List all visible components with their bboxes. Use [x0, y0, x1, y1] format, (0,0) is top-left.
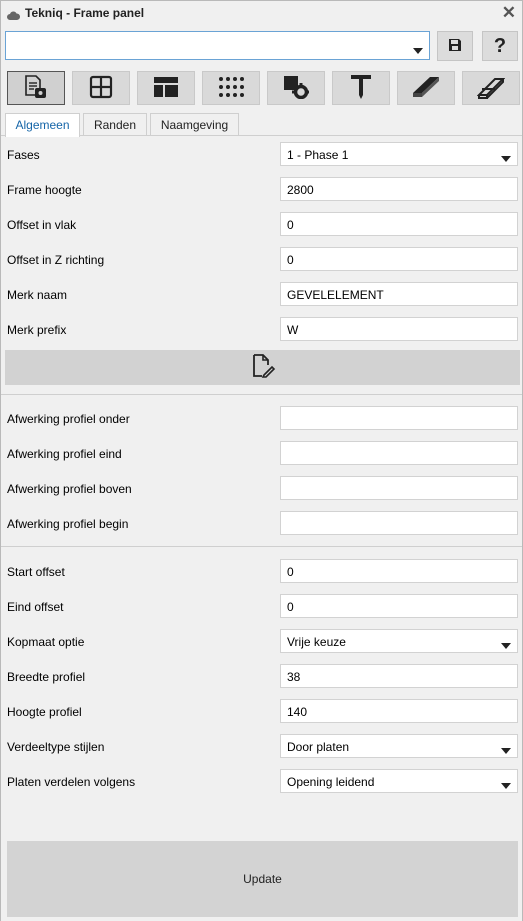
verdeeltype-dropdown[interactable]: Door platen — [280, 734, 518, 758]
afwerking-onder-label: Afwerking profiel onder — [7, 412, 130, 426]
afwerking-onder-input[interactable] — [280, 406, 518, 430]
tab-randen[interactable]: Randen — [83, 113, 147, 136]
cloud-icon — [7, 9, 21, 23]
frame-hoogte-label: Frame hoogte — [7, 183, 82, 197]
close-icon[interactable]: ✕ — [502, 4, 516, 22]
preset-dropdown[interactable] — [5, 31, 430, 60]
algemeen-panel: Fases 1 - Phase 1 Frame hoogte 2800 Offs… — [1, 135, 522, 921]
dots-grid-icon — [218, 76, 244, 101]
kopmaat-value: Vrije keuze — [287, 635, 346, 649]
title-bar: Tekniq - Frame panel ✕ — [1, 1, 522, 27]
start-offset-input[interactable]: 0 — [280, 559, 518, 583]
section-divider — [1, 546, 522, 547]
toolbar — [7, 71, 520, 105]
platen-verdelen-label: Platen verdelen volgens — [7, 775, 136, 789]
verdeeltype-value: Door platen — [287, 740, 350, 754]
t-profile-icon — [350, 74, 372, 103]
offset-vlak-input[interactable]: 0 — [280, 212, 518, 236]
chevron-down-icon — [501, 778, 511, 792]
tool-layout-button[interactable] — [137, 71, 195, 105]
window-title: Tekniq - Frame panel — [25, 6, 145, 20]
tab-algemeen[interactable]: Algemeen — [5, 113, 80, 137]
tool-properties-button[interactable] — [7, 71, 65, 105]
section-divider — [1, 394, 522, 395]
merk-prefix-label: Merk prefix — [7, 323, 67, 337]
save-button[interactable] — [437, 31, 473, 61]
afwerking-begin-label: Afwerking profiel begin — [7, 517, 129, 531]
kopmaat-label: Kopmaat optie — [7, 635, 85, 649]
frame-panel-window: Tekniq - Frame panel ✕ ? Algemeen Randen… — [0, 0, 523, 921]
tool-dots-button[interactable] — [202, 71, 260, 105]
platen-verdelen-dropdown[interactable]: Opening leidend — [280, 769, 518, 793]
afwerking-boven-input[interactable] — [280, 476, 518, 500]
breedte-profiel-input[interactable]: 38 — [280, 664, 518, 688]
chevron-down-icon — [413, 43, 423, 57]
properties-icon — [23, 74, 49, 102]
afwerking-eind-input[interactable] — [280, 441, 518, 465]
hoogte-profiel-input[interactable]: 140 — [280, 699, 518, 723]
afwerking-boven-label: Afwerking profiel boven — [7, 482, 132, 496]
chevron-down-icon — [501, 151, 511, 165]
offset-z-label: Offset in Z richting — [7, 253, 105, 267]
tool-stair-profile-button[interactable] — [462, 71, 520, 105]
chevron-down-icon — [501, 638, 511, 652]
save-icon — [448, 38, 462, 55]
settings-block-icon — [283, 75, 310, 102]
edit-document-button[interactable] — [5, 350, 520, 385]
start-offset-label: Start offset — [7, 565, 65, 579]
grid-icon — [89, 75, 113, 102]
tool-settings-button[interactable] — [267, 71, 325, 105]
edit-document-icon — [250, 354, 276, 381]
fases-label: Fases — [7, 148, 40, 162]
layout-icon — [153, 75, 179, 102]
fases-dropdown[interactable]: 1 - Phase 1 — [280, 142, 518, 166]
fases-value: 1 - Phase 1 — [287, 148, 349, 162]
tab-naamgeving[interactable]: Naamgeving — [150, 113, 239, 136]
verdeeltype-label: Verdeeltype stijlen — [7, 740, 105, 754]
help-button[interactable]: ? — [482, 31, 518, 61]
platen-verdelen-value: Opening leidend — [287, 775, 375, 789]
eind-offset-input[interactable]: 0 — [280, 594, 518, 618]
beam-icon — [412, 75, 440, 102]
afwerking-eind-label: Afwerking profiel eind — [7, 447, 122, 461]
stair-profile-icon — [476, 75, 506, 102]
chevron-down-icon — [501, 743, 511, 757]
breedte-profiel-label: Breedte profiel — [7, 670, 86, 684]
help-icon: ? — [493, 34, 507, 57]
kopmaat-dropdown[interactable]: Vrije keuze — [280, 629, 518, 653]
frame-hoogte-input[interactable]: 2800 — [280, 177, 518, 201]
update-button[interactable]: Update — [7, 841, 518, 917]
merk-prefix-input[interactable]: W — [280, 317, 518, 341]
merk-naam-label: Merk naam — [7, 288, 68, 302]
eind-offset-label: Eind offset — [7, 600, 64, 614]
tool-grid-button[interactable] — [72, 71, 130, 105]
offset-z-input[interactable]: 0 — [280, 247, 518, 271]
afwerking-begin-input[interactable] — [280, 511, 518, 535]
merk-naam-input[interactable]: GEVELELEMENT — [280, 282, 518, 306]
tool-beam-button[interactable] — [397, 71, 455, 105]
tool-t-profile-button[interactable] — [332, 71, 390, 105]
offset-vlak-label: Offset in vlak — [7, 218, 77, 232]
hoogte-profiel-label: Hoogte profiel — [7, 705, 82, 719]
